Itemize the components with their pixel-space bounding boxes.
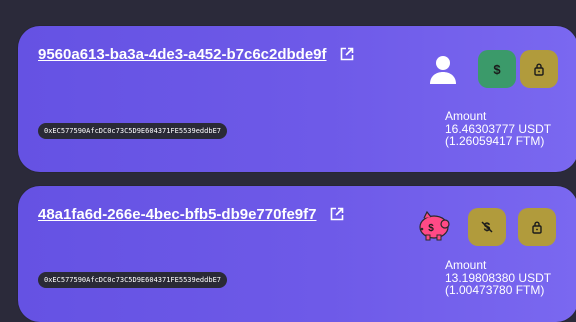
user-icon [430, 56, 456, 84]
amount-label: Amount [445, 109, 487, 123]
dollar-icon: $ [493, 61, 501, 77]
piggy-bank-icon: $ [419, 210, 450, 241]
withdraw-disabled-button[interactable]: $ [468, 208, 506, 246]
withdraw-button[interactable]: $ [478, 50, 516, 88]
amount-ftm: (1.26059417 FTM) [445, 134, 545, 148]
dollar-off-icon: $ [481, 220, 493, 234]
lock-icon [532, 221, 542, 234]
amount-label: Amount [445, 258, 487, 272]
amount-ftm: (1.00473780 FTM) [445, 283, 545, 297]
lock-button[interactable] [520, 50, 558, 88]
lock-button[interactable] [518, 208, 556, 246]
transaction-card: 9560a613-ba3a-4de3-a452-b7c6c2dbde9f $ 0… [18, 26, 576, 172]
amount-block: Amount 13.19808380 USDT (1.00473780 FTM) [445, 259, 551, 297]
top-bar [0, 0, 576, 12]
svg-text:$: $ [428, 223, 434, 234]
external-link-icon[interactable] [340, 47, 354, 61]
wallet-address: 0xEC577590AfcDC0c73C5D9E604371FE5539eddb… [38, 123, 228, 139]
wallet-address: 0xEC577590AfcDC0c73C5D9E604371FE5539eddb… [38, 272, 228, 288]
amount-block: Amount 16.46303777 USDT (1.26059417 FTM) [445, 110, 551, 148]
transaction-card: 48a1fa6d-266e-4bec-bfb5-db9e770fe9f7 $ $… [18, 186, 576, 322]
card-title-link[interactable]: 9560a613-ba3a-4de3-a452-b7c6c2dbde9f [38, 46, 327, 63]
external-link-icon[interactable] [330, 207, 344, 221]
lock-icon [534, 63, 544, 76]
card-title-link[interactable]: 48a1fa6d-266e-4bec-bfb5-db9e770fe9f7 [38, 206, 316, 223]
